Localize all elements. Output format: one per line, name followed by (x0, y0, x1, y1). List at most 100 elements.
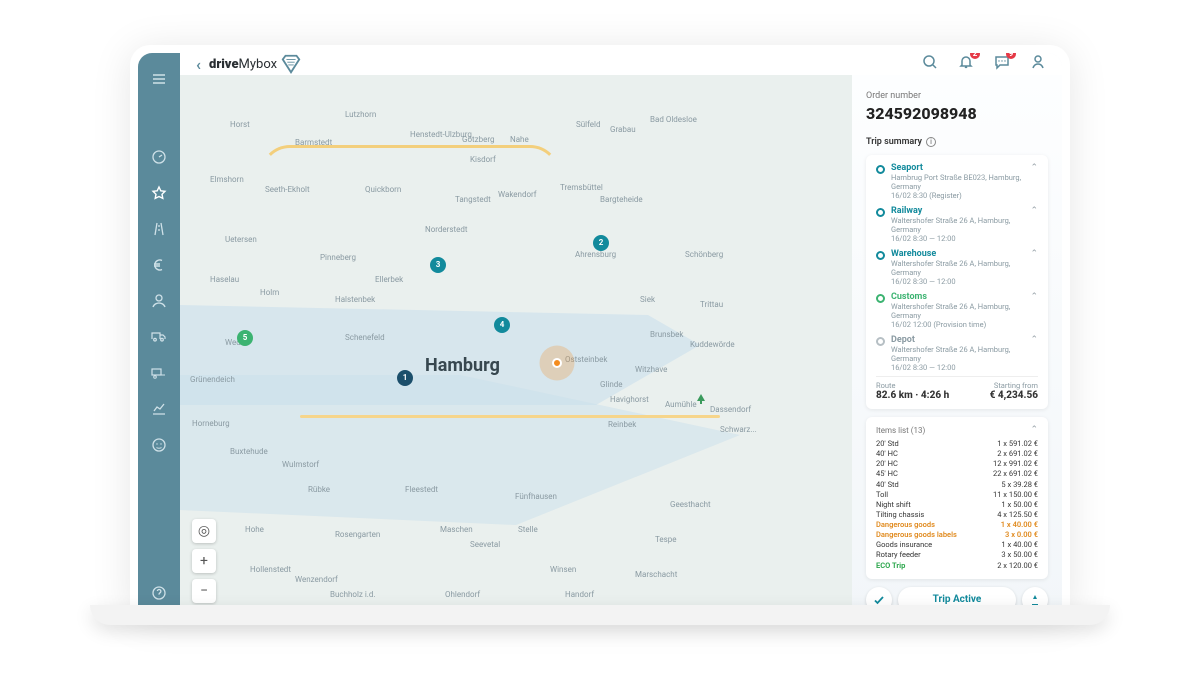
face-icon[interactable] (151, 437, 167, 453)
map-place: Geesthacht (670, 500, 711, 509)
map-place: Maschen (440, 525, 473, 534)
route-pin[interactable]: 4 (494, 317, 510, 333)
profile-icon[interactable] (1030, 54, 1046, 74)
star-icon[interactable] (151, 185, 167, 201)
search-icon[interactable] (922, 54, 938, 74)
content: HorstLutzhornBarmstedtHenstedt-UlzburgGö… (180, 75, 1062, 615)
details-panel: Order number 324592098948 Trip summaryi … (852, 75, 1062, 615)
chevron-up-icon[interactable]: ⌃ (1030, 163, 1038, 200)
map-place: Witzhave (635, 365, 667, 374)
map-place: Fünfhausen (515, 492, 557, 501)
map-place: Seevetal (470, 540, 500, 549)
map-place: Tespe (655, 535, 677, 544)
map-place: Trittau (700, 300, 723, 309)
chevron-up-icon[interactable]: ⌃ (1030, 249, 1038, 286)
euro-icon[interactable] (151, 257, 167, 273)
map-place: Aumühle (665, 400, 697, 409)
chevron-up-icon[interactable]: ⌃ (1030, 292, 1038, 329)
menu-icon[interactable] (151, 71, 167, 87)
route-pin[interactable]: 3 (430, 257, 446, 273)
line-item: Dangerous goods1 x 40.00 € (876, 520, 1038, 530)
map-place: Ahrensburg (575, 250, 616, 259)
logo-text[interactable]: driveMybox (209, 57, 277, 72)
topbar: ‹ driveMybox 2 9 (180, 53, 1062, 75)
map-place: Grabau (610, 125, 636, 134)
map[interactable]: HorstLutzhornBarmstedtHenstedt-UlzburgGö… (180, 75, 852, 615)
road-icon[interactable] (151, 221, 167, 237)
map-place: Handorf (565, 590, 594, 599)
stops-list: SeaportHambrug Port Straße BE023, Hambur… (876, 163, 1038, 372)
map-place: Hollenstedt (250, 565, 291, 574)
trip-card: SeaportHambrug Port Straße BE023, Hambur… (866, 155, 1048, 409)
route-pin[interactable]: 2 (593, 235, 609, 251)
logo-icon (280, 53, 302, 75)
line-item: Dangerous goods labels3 x 0.00 € (876, 530, 1038, 540)
current-pos-icon (552, 358, 562, 368)
items-card: Items list (13)⌃ 20' Std1 x 591.02 €40' … (866, 417, 1048, 579)
zoom-in[interactable]: + (192, 549, 216, 573)
bell-icon[interactable]: 2 (958, 54, 974, 74)
stop-item[interactable]: WarehouseWaltershofer Straße 26 A, Hambu… (876, 249, 1038, 286)
map-place: Uetersen (225, 235, 257, 244)
stop-item[interactable]: DepotWaltershofer Straße 26 A, Hamburg, … (876, 335, 1038, 372)
trailer-icon[interactable] (151, 365, 167, 381)
map-place: Siek (640, 295, 655, 304)
route-value: 82.6 km · 4:26 h (876, 390, 949, 401)
route-pin[interactable]: 1 (397, 370, 413, 386)
info-icon[interactable]: i (926, 137, 936, 147)
stop-item[interactable]: RailwayWaltershofer Straße 26 A, Hamburg… (876, 206, 1038, 243)
laptop-frame: ‹ driveMybox 2 9 HorstLutzhornBarmstedtH… (130, 45, 1070, 615)
order-number: 324592098948 (866, 104, 1048, 123)
line-item: Tilting chassis4 x 125.50 € (876, 510, 1038, 520)
map-place: Winsen (550, 565, 576, 574)
help-icon[interactable] (151, 585, 167, 601)
line-item: Night shift1 x 50.00 € (876, 500, 1038, 510)
map-place: Glinde (600, 380, 623, 389)
map-place: Halstenbek (335, 295, 375, 304)
map-place: Schenefeld (345, 333, 385, 342)
line-item: ECO Trip2 x 120.00 € (876, 561, 1038, 571)
chevron-up-icon[interactable]: ⌃ (1030, 335, 1038, 372)
map-place: Tremsbüttel (560, 183, 603, 192)
map-place: Wakendorf (498, 190, 537, 199)
chat-icon[interactable]: 9 (994, 54, 1010, 74)
order-label: Order number (866, 91, 1048, 101)
zoom-out[interactable]: − (192, 579, 216, 603)
route-line (180, 75, 480, 225)
line-item: 20' HC12 x 991.02 € (876, 459, 1038, 469)
map-controls: ◎ + − (192, 519, 216, 603)
line-item: Rotary feeder3 x 50.00 € (876, 550, 1038, 560)
stop-item[interactable]: CustomsWaltershofer Straße 26 A, Hamburg… (876, 292, 1038, 329)
line-item: 40' Std5 x 39.28 € (876, 480, 1038, 490)
map-place: Havighorst (610, 395, 649, 404)
main-area: ‹ driveMybox 2 9 HorstLutzhornBarmstedtH… (180, 53, 1062, 615)
map-place: Stelle (518, 525, 538, 534)
back-icon[interactable]: ‹ (196, 55, 201, 74)
user-icon[interactable] (151, 293, 167, 309)
map-place: Rübke (308, 485, 330, 494)
chevron-up-icon[interactable]: ⌃ (1030, 425, 1038, 435)
line-item: 45' HC22 x 691.02 € (876, 469, 1038, 479)
items-list: 20' Std1 x 591.02 €40' HC2 x 691.02 €20'… (876, 439, 1038, 571)
line-item: Toll11 x 150.00 € (876, 490, 1038, 500)
map-place: Marschacht (635, 570, 677, 579)
map-place: Schwarz... (720, 425, 757, 434)
route-pin[interactable]: 5 (237, 330, 253, 346)
map-place: Nahe (510, 135, 529, 144)
map-place: Dassendorf (710, 405, 751, 414)
stop-item[interactable]: SeaportHambrug Port Straße BE023, Hambur… (876, 163, 1038, 200)
chevron-up-icon[interactable]: ⌃ (1030, 206, 1038, 243)
map-place: Wenzendorf (295, 575, 338, 584)
map-place: Haselau (210, 275, 239, 284)
dashboard-icon[interactable] (151, 149, 167, 165)
map-place: Wulmstorf (282, 460, 319, 469)
laptop-base (90, 605, 1110, 625)
map-place: Pinneberg (320, 253, 356, 262)
map-place: Bargteheide (600, 195, 643, 204)
city-label: Hamburg (425, 355, 500, 376)
locate-icon[interactable]: ◎ (192, 519, 216, 543)
truck-icon[interactable] (151, 329, 167, 345)
map-place: Kuddewörde (690, 340, 735, 349)
chart-icon[interactable] (151, 401, 167, 417)
map-place: Grünendeich (190, 375, 235, 384)
